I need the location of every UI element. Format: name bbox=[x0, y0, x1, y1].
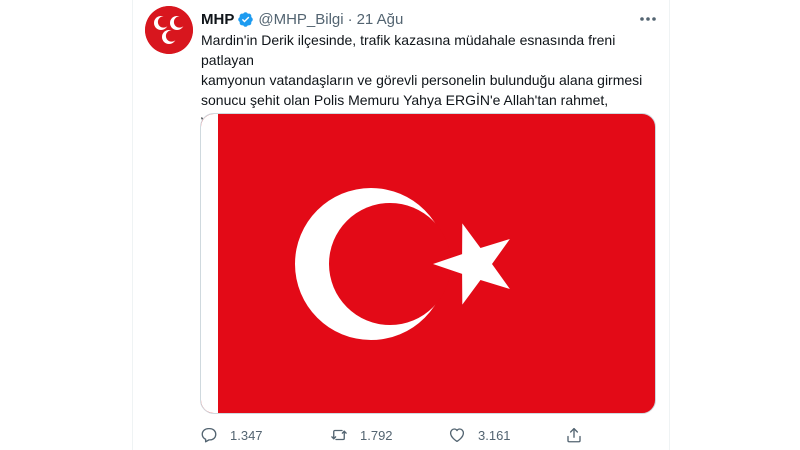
author-name[interactable]: MHP bbox=[201, 11, 234, 28]
author-handle[interactable]: @MHP_Bilgi bbox=[258, 11, 343, 28]
share-button[interactable] bbox=[565, 424, 583, 446]
tweet-media[interactable] bbox=[200, 113, 656, 414]
retweet-count: 1.792 bbox=[360, 427, 393, 443]
share-icon bbox=[565, 426, 583, 444]
like-button[interactable]: 3.161 bbox=[448, 424, 511, 446]
more-options-icon[interactable] bbox=[636, 9, 660, 29]
separator-dot: · bbox=[347, 10, 353, 28]
reply-icon bbox=[200, 426, 218, 444]
reply-button[interactable]: 1.347 bbox=[200, 424, 263, 446]
action-bar: 1.347 1.792 3.161 bbox=[200, 424, 600, 446]
turkish-flag-image bbox=[295, 188, 510, 340]
reply-count: 1.347 bbox=[230, 427, 263, 443]
retweet-button[interactable]: 1.792 bbox=[330, 424, 393, 446]
retweet-icon bbox=[330, 426, 348, 444]
mhp-logo-icon bbox=[145, 6, 193, 54]
heart-icon bbox=[448, 426, 466, 444]
like-count: 3.161 bbox=[478, 427, 511, 443]
tweet-header: MHP @MHP_Bilgi · 21 Ağu bbox=[201, 9, 403, 29]
verified-badge-icon bbox=[237, 11, 254, 28]
tweet-date[interactable]: 21 Ağu bbox=[357, 11, 404, 28]
avatar[interactable] bbox=[145, 6, 193, 54]
